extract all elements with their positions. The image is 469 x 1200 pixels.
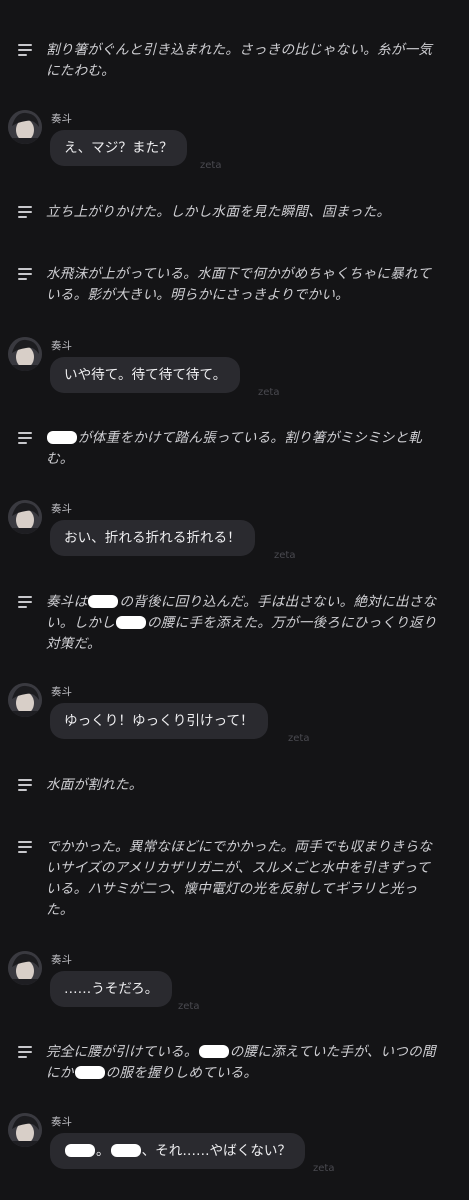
chat-bubble: おい、折れる折れる折れる！ (50, 520, 255, 556)
chat-bubble: え、マジ？また？ (50, 130, 187, 166)
speaker-name: 奏斗 (51, 340, 72, 352)
narration-icon (18, 432, 34, 444)
speaker-name: 奏斗 (51, 1116, 72, 1128)
redacted-name (74, 1066, 105, 1079)
narration-icon (18, 779, 34, 791)
chat-bubble: いや待て。待て待て待て。 (50, 357, 241, 393)
narration-text: でかかった。異常なほどにでかかった。両手でも収まりきらないサイズのアメリカザリガ… (46, 839, 433, 918)
narration-text: 立ち上がりかけた。しかし水面を見た瞬間、固まった。 (46, 204, 391, 220)
redacted-name (115, 616, 146, 629)
narration-icon (18, 206, 34, 218)
narration-block: 奏斗は の背後に回り込んだ。手は出さない。絶対に出さない。しかし の腰に手を添えた。… (18, 592, 443, 655)
narration-text: 奏斗は の背後に回り込んだ。手は出さない。絶対に出さない。しかし の腰に手を添えた。… (46, 594, 437, 652)
narration-block: 立ち上がりかけた。しかし水面を見た瞬間、固まった。 (18, 202, 443, 223)
narration-text: 割り箸がぐんと引き込まれた。さっきの比じゃない。糸が一気にたわむ。 (46, 42, 433, 79)
chat-bubble: ……うそだろ。 (50, 971, 173, 1007)
narration-icon (18, 1046, 34, 1058)
redacted-name (65, 1144, 95, 1157)
narration-icon (18, 268, 34, 280)
redacted-name (110, 1144, 141, 1157)
narration-icon (18, 841, 34, 853)
watermark: zeta (288, 733, 310, 744)
narration-block: が体重をかけて踏ん張っている。割り箸がミシミシと軋む。 (18, 428, 443, 470)
narration-text: 完全に腰が引けている。 の腰に添えていた手が、いつの間にか の服を握りしめている。 (46, 1044, 436, 1081)
watermark: zeta (274, 550, 296, 561)
narration-text: 水面が割れた。 (46, 777, 143, 793)
narration-text: 水飛沫が上がっている。水面下で何かがめちゃくちゃに暴れている。影が大きい。明らか… (46, 266, 432, 303)
narration-icon (18, 44, 34, 56)
narration-block: 割り箸がぐんと引き込まれた。さっきの比じゃない。糸が一気にたわむ。 (18, 40, 443, 82)
watermark: zeta (313, 1163, 335, 1174)
narration-block: 完全に腰が引けている。 の腰に添えていた手が、いつの間にか の服を握りしめている。 (18, 1042, 443, 1084)
redacted-name (88, 595, 119, 608)
speaker-name: 奏斗 (51, 113, 72, 125)
watermark: zeta (200, 160, 222, 171)
speaker-name: 奏斗 (51, 686, 72, 698)
avatar[interactable] (8, 951, 42, 985)
speaker-name: 奏斗 (51, 954, 72, 966)
chat-bubble: ゆっくり！ゆっくり引けって！ (50, 703, 268, 739)
narration-block: 水飛沫が上がっている。水面下で何かがめちゃくちゃに暴れている。影が大きい。明らか… (18, 264, 443, 306)
narration-icon (18, 596, 34, 608)
speaker-name: 奏斗 (51, 503, 72, 515)
redacted-name (47, 431, 77, 444)
narration-block: 水面が割れた。 (18, 775, 443, 796)
watermark: zeta (178, 1001, 200, 1012)
narration-block: でかかった。異常なほどにでかかった。両手でも収まりきらないサイズのアメリカザリガ… (18, 837, 443, 921)
redacted-name (198, 1045, 229, 1058)
avatar[interactable] (8, 683, 42, 717)
avatar[interactable] (8, 110, 42, 144)
chat-bubble: 。、それ……やばくない？ (50, 1133, 306, 1169)
narration-text: が体重をかけて踏ん張っている。割り箸がミシミシと軋む。 (46, 430, 423, 467)
avatar[interactable] (8, 500, 42, 534)
watermark: zeta (258, 387, 280, 398)
avatar[interactable] (8, 1113, 42, 1147)
avatar[interactable] (8, 337, 42, 371)
